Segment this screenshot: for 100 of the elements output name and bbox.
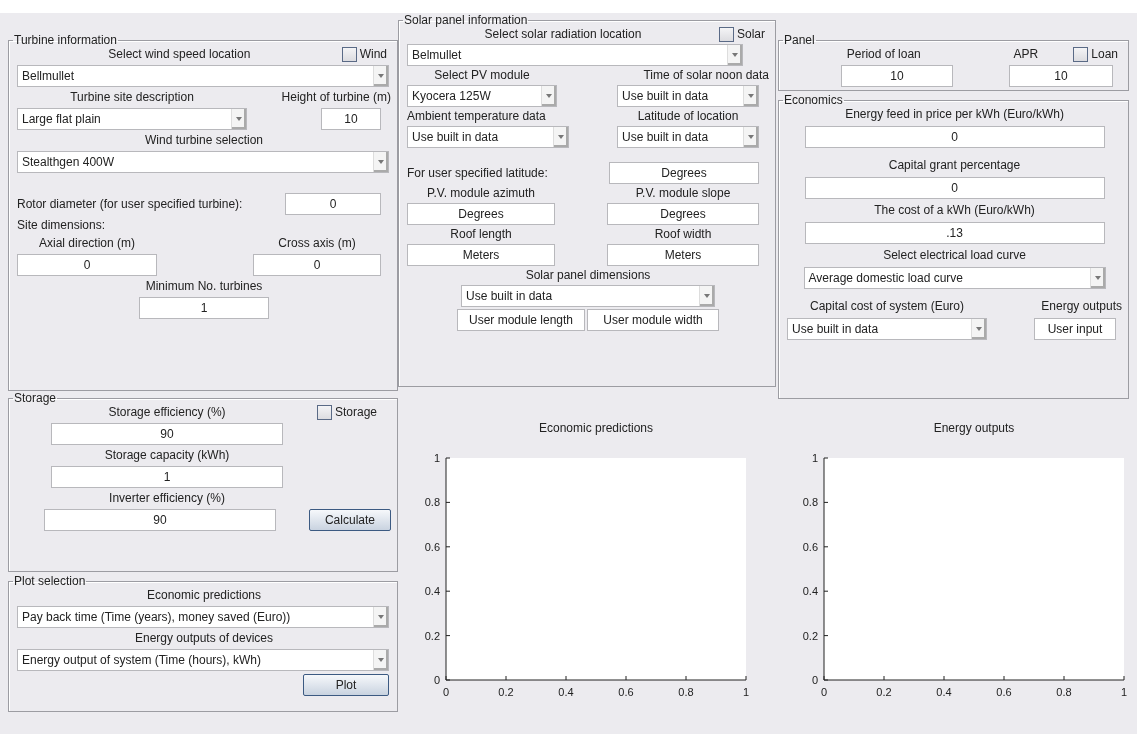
dropdown[interactable]: Kyocera 125W (407, 85, 557, 107)
tick-label: 0.4 (802, 585, 818, 598)
panel-title: Turbine information (13, 33, 118, 47)
tick-label: 1 (433, 452, 440, 464)
dropdown[interactable]: Energy output of system (Time (hours), kWh) (17, 649, 389, 671)
dropdown[interactable]: Bellmullet (17, 65, 389, 87)
plot-button[interactable]: Plot (303, 674, 389, 696)
input-field[interactable]: 10 (1009, 65, 1113, 87)
field-label: Ambient temperature data (407, 109, 546, 124)
field-label: Latitude of location (637, 109, 739, 124)
tick-label: 0.4 (424, 585, 440, 598)
checkbox[interactable] (317, 405, 332, 420)
input-field[interactable]: 90 (43, 509, 276, 531)
field-label: Select electrical load curve (883, 248, 1026, 263)
panel-title: Economics (783, 93, 844, 107)
checkbox-label: Loan (1091, 47, 1118, 62)
field-label: Wind turbine selection (144, 133, 264, 148)
panel-title: Solar panel information (403, 13, 529, 27)
input-field[interactable]: 1 (139, 297, 269, 319)
caret-icon (704, 294, 710, 298)
field-label: Select PV module (434, 68, 530, 83)
checkbox[interactable] (719, 27, 734, 42)
caret-icon (378, 160, 384, 164)
input-field[interactable]: Degrees (609, 162, 759, 184)
caret-icon (1094, 276, 1101, 280)
input-field[interactable]: 1 (51, 466, 283, 488)
dropdown[interactable]: Use built in data (461, 285, 715, 307)
field-label: Turbine site description (70, 90, 194, 105)
dropdown[interactable]: Pay back time (Time (years), money saved (Euro)) (17, 606, 389, 628)
field-label: Storage efficiency (%) (108, 405, 226, 420)
checkbox[interactable] (1073, 47, 1089, 62)
field-label: Height of turbine (m) (281, 90, 391, 105)
caret-icon (732, 53, 738, 57)
input-field[interactable]: .13 (804, 222, 1105, 244)
input-field[interactable]: Meters (607, 244, 759, 266)
checkbox-label: Wind (359, 47, 387, 62)
field-label: The cost of a kWh (Euro/kWh) (874, 203, 1035, 218)
caret-icon (378, 74, 384, 78)
tick-label: 1 (1120, 686, 1128, 698)
field-label: Capital cost of system (Euro) (809, 299, 965, 314)
tick-label: 0.8 (802, 496, 818, 509)
dropdown[interactable]: Belmullet (407, 44, 743, 66)
input-field[interactable]: User module length (457, 309, 585, 331)
input-field[interactable]: 90 (51, 423, 283, 445)
field-label: Storage capacity (kWh) (104, 448, 230, 463)
input-field[interactable]: 0 (17, 254, 157, 276)
dropdown[interactable]: Use built in data (407, 126, 569, 148)
field-label: Inverter efficiency (%) (109, 491, 225, 506)
field-label: Cross axis (m) (278, 236, 356, 251)
input-field[interactable]: User module width (587, 309, 719, 331)
caret-icon (378, 615, 384, 619)
panel-title: Panel (783, 33, 816, 47)
checkbox-label: Storage (335, 405, 378, 420)
field-label: Economic predictions (146, 588, 262, 603)
input-field[interactable]: 0 (804, 177, 1105, 199)
input-field[interactable]: 10 (321, 108, 381, 130)
chart-title: Economic predictions (538, 421, 654, 435)
field-label: P.V. module slope (635, 186, 731, 201)
dropdown[interactable]: Large flat plain (17, 108, 247, 130)
calculate-button[interactable]: Calculate (308, 509, 391, 531)
tick-label: 0.6 (424, 540, 440, 553)
input-field[interactable]: 0 (804, 126, 1105, 148)
input-field[interactable]: 10 (841, 65, 953, 87)
checkbox[interactable] (341, 47, 357, 62)
field-label: Energy outputs of devices (134, 631, 274, 646)
tick-label: 0.4 (558, 686, 574, 698)
field-label: Site dimensions: (17, 218, 106, 232)
tick-label: 0.2 (498, 686, 514, 698)
input-field[interactable]: 0 (253, 254, 381, 276)
panel-title: Plot selection (13, 574, 87, 588)
field-label: Time of solar noon data (643, 68, 769, 83)
dropdown[interactable]: Stealthgen 400W (17, 151, 389, 173)
input-field[interactable]: 0 (285, 193, 381, 215)
field-label: P.V. module azimuth (426, 186, 536, 201)
dropdown[interactable]: Average domestic load curve (803, 267, 1106, 289)
field-label: Select wind speed location (108, 47, 251, 62)
tick-label: 0.4 (936, 686, 952, 698)
caret-icon (748, 94, 754, 98)
tick-label: 0.2 (876, 686, 892, 698)
user-input-button[interactable]: User input (1034, 318, 1116, 340)
field-label: Rotor diameter (for user specified turbine): (17, 196, 243, 212)
field-label: Energy outputs (1041, 299, 1122, 314)
input-field[interactable]: Degrees (407, 203, 555, 225)
field-label: APR (1013, 47, 1039, 62)
caret-icon (546, 94, 552, 98)
dropdown[interactable]: Use built in data (617, 85, 759, 107)
input-field[interactable]: Meters (407, 244, 555, 266)
field-label: Period of loan (846, 47, 921, 62)
tick-label: 0.6 (618, 686, 634, 698)
input-field[interactable]: Degrees (607, 203, 759, 225)
dropdown[interactable]: Use built in data (787, 318, 987, 340)
tick-label: 0.8 (424, 496, 440, 509)
tick-label: 0.2 (424, 629, 440, 642)
tick-label: 0 (433, 674, 440, 686)
field-label: Select solar radiation location (484, 27, 642, 42)
tick-label: 0.8 (1056, 686, 1072, 698)
caret-icon (558, 135, 564, 139)
dropdown[interactable]: Use built in data (617, 126, 759, 148)
tick-label: 0 (442, 686, 450, 698)
tick-label: 1 (742, 686, 750, 698)
